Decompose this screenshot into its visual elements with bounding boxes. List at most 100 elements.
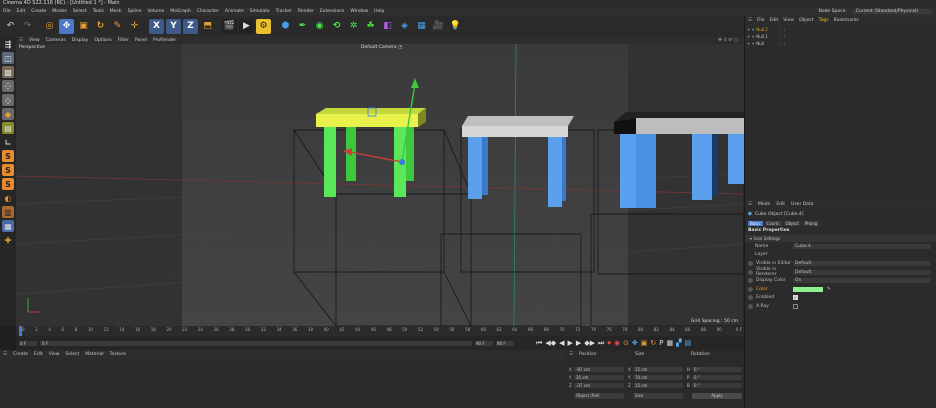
- rotation-b-field[interactable]: 0 °: [692, 382, 742, 388]
- viewport-menu-icon[interactable]: ☰: [19, 38, 23, 43]
- environment-icon[interactable]: ◈: [397, 19, 412, 34]
- menu-edit[interactable]: Edit: [17, 9, 26, 14]
- material-menu-texture[interactable]: Texture: [110, 352, 126, 357]
- transform-icon[interactable]: ✛: [127, 19, 142, 34]
- model-mode-icon[interactable]: ◫: [2, 52, 14, 64]
- material-menu-icon[interactable]: ☰: [3, 352, 7, 357]
- om-menu-tags[interactable]: Tags: [819, 18, 829, 23]
- visibility-dots-icon[interactable]: ⋮ ⁝: [778, 27, 785, 32]
- visible-editor-dropdown[interactable]: Default: [793, 260, 931, 266]
- motion-clip-icon[interactable]: ▞: [676, 339, 681, 347]
- camera-label[interactable]: Default Camera ◳: [361, 45, 402, 50]
- menu-spline[interactable]: Spline: [128, 9, 142, 14]
- object-row-null[interactable]: + ⌖ Null ⋮ ⁝: [747, 40, 936, 47]
- menu-render[interactable]: Render: [298, 9, 314, 14]
- texture-mode-icon[interactable]: ▩: [2, 66, 14, 78]
- goto-end-icon[interactable]: ⏭: [598, 339, 604, 348]
- menu-simulate[interactable]: Simulate: [250, 9, 270, 14]
- grid-icon[interactable]: ▦: [2, 220, 14, 232]
- next-key-icon[interactable]: ◆▶: [584, 339, 595, 347]
- tab-basic[interactable]: Basic: [748, 220, 763, 226]
- keyframe-dot[interactable]: [748, 286, 753, 292]
- tweak-icon[interactable]: ✚: [2, 234, 14, 246]
- coords-menu-icon[interactable]: ☰: [569, 352, 579, 357]
- make-editable-icon[interactable]: ⇶: [2, 38, 14, 50]
- am-menu-user-data[interactable]: User Data: [791, 202, 813, 207]
- visibility-dots-icon[interactable]: ⋮ ⁝: [778, 34, 785, 39]
- eyedropper-icon[interactable]: ✎: [827, 287, 831, 292]
- menu-help[interactable]: Help: [374, 9, 384, 14]
- position-x-field[interactable]: -87 cm: [574, 366, 624, 372]
- start-frame-field[interactable]: 0 F: [19, 340, 37, 346]
- menu-modes[interactable]: Modes: [52, 9, 67, 14]
- material-menu-edit[interactable]: Edit: [34, 352, 43, 357]
- cube-icon[interactable]: ⬢: [278, 19, 293, 34]
- play-icon[interactable]: ▶: [567, 339, 572, 347]
- keyframe-dot[interactable]: [748, 278, 753, 284]
- material-menu-material[interactable]: Material: [85, 352, 103, 357]
- om-menu-bookmarks[interactable]: Bookmarks: [834, 18, 859, 23]
- menu-mesh[interactable]: Mesh: [110, 9, 122, 14]
- field-icon[interactable]: ☘: [363, 19, 378, 34]
- preview-end-field[interactable]: 90 F: [496, 340, 514, 346]
- record-icon[interactable]: ⏺: [607, 339, 611, 348]
- floor-icon[interactable]: ▦: [414, 19, 429, 34]
- size-y-field[interactable]: 70 cm: [633, 374, 683, 380]
- y-axis-icon[interactable]: Y: [166, 18, 181, 34]
- redo-icon[interactable]: ↷: [20, 19, 35, 34]
- subdivision-icon[interactable]: ◉: [312, 19, 327, 34]
- timeline-icon[interactable]: ▤: [684, 339, 691, 347]
- current-frame-field[interactable]: 0 F: [40, 340, 472, 346]
- menu-volume[interactable]: Volume: [148, 9, 165, 14]
- scale-icon[interactable]: ▣: [76, 19, 91, 34]
- position-key-icon[interactable]: ✥: [632, 339, 638, 347]
- menu-create[interactable]: Create: [31, 9, 46, 14]
- camera-icon[interactable]: 🎥: [431, 19, 446, 34]
- menu-animate[interactable]: Animate: [225, 9, 244, 14]
- om-menu-file[interactable]: File: [757, 18, 765, 23]
- display-color-dropdown[interactable]: On: [793, 278, 931, 284]
- color-swatch[interactable]: [793, 286, 823, 292]
- live-selection-icon[interactable]: ◎: [42, 19, 57, 34]
- snap-settings-icon[interactable]: S: [2, 164, 14, 176]
- menu-select[interactable]: Select: [73, 9, 87, 14]
- keyframe-dot[interactable]: [748, 260, 753, 266]
- coordinate-system-icon[interactable]: ⬒: [200, 19, 215, 34]
- render-view-icon[interactable]: 🎬: [222, 18, 237, 34]
- render-picture-viewer-icon[interactable]: ▶: [239, 18, 254, 34]
- rotation-key-icon[interactable]: ↻: [650, 339, 656, 347]
- z-axis-icon[interactable]: Z: [183, 18, 198, 34]
- visible-renderer-dropdown[interactable]: Default: [793, 269, 931, 275]
- icon-settings-group[interactable]: ▾ Icon Settings: [745, 235, 936, 242]
- render-settings-icon[interactable]: ⚙: [256, 18, 271, 34]
- light-icon[interactable]: 💡: [448, 19, 463, 34]
- scale-key-icon[interactable]: ▣: [641, 339, 648, 347]
- rotation-h-field[interactable]: 0 °: [692, 366, 742, 372]
- om-menu-view[interactable]: View: [783, 18, 794, 23]
- size-x-field[interactable]: 15 cm: [633, 366, 683, 372]
- keyframe-dot[interactable]: [748, 295, 753, 301]
- viewport-nav-icons[interactable]: ✥ ⇕ ⟳ ▢: [718, 38, 738, 43]
- tab-object[interactable]: Object: [783, 220, 801, 226]
- menu-mograph[interactable]: MoGraph: [170, 9, 190, 14]
- keyframe-dot[interactable]: [748, 303, 753, 309]
- points-mode-icon[interactable]: ⁘: [2, 80, 14, 92]
- keyframe-selection-icon[interactable]: ⊙: [623, 339, 629, 347]
- position-z-field[interactable]: -37 cm: [574, 382, 624, 388]
- menu-tools[interactable]: Tools: [93, 9, 104, 14]
- prev-key-icon[interactable]: ◀◆: [545, 339, 556, 347]
- pla-key-icon[interactable]: ▦: [666, 339, 673, 347]
- autokey-icon[interactable]: ◉: [614, 339, 620, 347]
- object-name[interactable]: Null: [756, 41, 778, 46]
- menu-tracker[interactable]: Tracker: [276, 9, 292, 14]
- coord-mode-dropdown[interactable]: Object (Rel): [574, 392, 624, 399]
- rotation-p-field[interactable]: 0 °: [692, 374, 742, 380]
- keyframe-dot[interactable]: [748, 269, 753, 275]
- visibility-dots-icon[interactable]: ⋮ ⁝: [778, 41, 785, 46]
- menu-file[interactable]: File: [3, 9, 11, 14]
- x-axis-icon[interactable]: X: [149, 18, 164, 34]
- position-y-field[interactable]: 35 cm: [574, 374, 624, 380]
- material-menu-view[interactable]: View: [49, 352, 60, 357]
- snap-icon[interactable]: S: [2, 150, 14, 162]
- undo-icon[interactable]: ↶: [3, 19, 18, 34]
